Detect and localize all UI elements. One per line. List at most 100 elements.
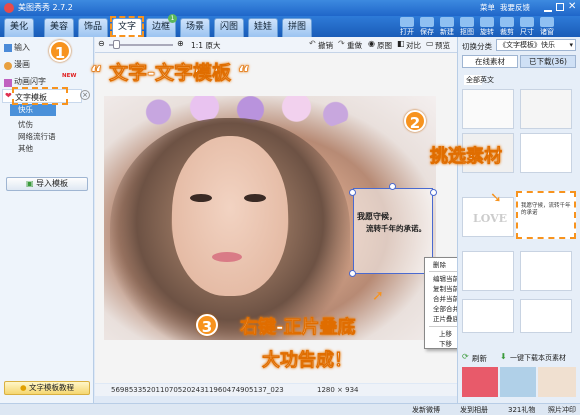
size-button[interactable]: 尺寸 [518,17,536,37]
import-template-label: 导入模板 [36,179,69,188]
ad-thumb-1[interactable] [462,367,498,397]
zoom-in-icon[interactable]: ⊕ [177,39,184,48]
app-title: 美图秀秀 2.7.2 [18,3,73,12]
redo-button[interactable]: 重做 [347,40,362,51]
tab-online-materials[interactable]: 在线素材 [462,55,518,68]
lips [212,252,242,262]
sub-item-happy[interactable]: 快乐 [18,104,33,116]
material-thumb-6[interactable] [520,251,572,291]
tutorial-label: 文字模板教程 [28,383,74,392]
tab-beauty[interactable]: 美容 [44,18,74,37]
filename-label: 56985335201107052024311960474905137_023 [111,386,284,394]
original-icon: ◉ [368,39,375,48]
zoom-out-icon[interactable]: ⊖ [98,39,105,48]
material-thumb-selected[interactable]: 我愿守候，流转千年的承诺 [516,191,576,239]
save-button[interactable]: 保存 [418,17,436,37]
tab-flash[interactable]: 闪图 [214,18,244,37]
sub-item-internet-slang[interactable]: 网络流行语 [18,131,56,143]
category-select[interactable]: 《文字模板》快乐 ▾ [496,39,576,51]
step-3-caption-line-1: 右键-正片叠底 [240,317,356,339]
sub-item-sad[interactable]: 忧伤 [18,119,33,131]
crop-button[interactable]: 裁剪 [498,17,516,37]
ad-thumb-2[interactable] [500,367,536,397]
rotate-handle[interactable] [389,183,396,190]
text-sticker-selection[interactable]: 我愿守候， 流转千年的承诺。 [353,188,433,274]
bulb-icon: ● [20,383,29,392]
print-link[interactable]: 照片冲印 [548,405,576,415]
image-dimensions: 1280 × 934 [317,386,359,394]
status-bar: 56985335201107052024311960474905137_023 … [95,384,457,396]
original-button[interactable]: 原图 [377,40,392,51]
ctx-delete[interactable]: 删除 [433,260,446,270]
download-page-link[interactable]: 一键下载本页素材 [510,353,566,363]
input-text-item[interactable]: 输入 [14,41,30,55]
undo-button[interactable]: 撤销 [318,40,333,51]
tab-beautify[interactable]: 美化 [4,18,34,37]
collapse-icon[interactable]: × [80,90,90,100]
refresh-icon: ⟳ [462,352,469,361]
ctx-merge-all[interactable]: 全部合并 [433,304,459,314]
material-thumb-love[interactable]: LOVE [462,197,514,237]
ad-thumb-3[interactable] [538,367,576,397]
rotate-button[interactable]: 旋转 [478,17,496,37]
gift-link[interactable]: 321礼物 [508,405,535,415]
new-badge: NEW [62,73,77,79]
heart-icon: ❤ [5,91,12,100]
arrow-to-menu-icon: ➚ [372,288,384,304]
arrow-to-thumb-icon: ➘ [490,190,502,206]
material-thumb-4[interactable] [520,133,572,173]
minimize-icon[interactable] [544,4,552,12]
comic-text-item[interactable]: 漫画 [14,58,30,72]
bottom-bar: 发新微博 发到相册 321礼物 照片冲印 [0,403,580,415]
redo-icon: ↷ [338,39,345,48]
import-template-button[interactable]: ▣ 导入模板 [6,177,88,191]
open-button[interactable]: 打开 [398,17,416,37]
left-eye [190,194,212,202]
sticker-line-2: 流转千年的承诺。 [366,224,426,233]
window-button[interactable]: 诸窗 [538,17,556,37]
filter-english[interactable]: 英文 [480,75,494,85]
resize-handle-bl[interactable] [349,270,356,277]
cutout-button[interactable]: 抠图 [458,17,476,37]
sub-item-other[interactable]: 其他 [18,143,33,155]
refresh-button[interactable]: 刷新 [472,353,487,364]
preview-icon: ▭ [426,39,434,48]
resize-handle-tl[interactable] [349,189,356,196]
tab-highlight-box [110,16,144,37]
weibo-link[interactable]: 发新微博 [412,405,440,415]
template-tutorial-button[interactable]: ● 文字模板教程 [4,381,90,395]
ctx-move-up[interactable]: 上移 [439,329,452,339]
material-thumb-1[interactable] [462,89,514,129]
album-link[interactable]: 发到相册 [460,405,488,415]
ctx-move-down[interactable]: 下移 [439,339,452,349]
material-thumb-2[interactable] [520,89,572,129]
compare-button[interactable]: 对比 [406,40,421,51]
input-text-icon [4,44,12,52]
close-icon[interactable]: ✕ [568,1,576,12]
tab-scenes[interactable]: 场景 [180,18,210,37]
chevron-down-icon: ▾ [569,41,573,49]
step-2-caption: 挑选素材 [430,146,503,168]
new-button[interactable]: 新建 [438,17,456,37]
tab-downloaded[interactable]: 已下载(36) [520,55,576,68]
feedback-link[interactable]: 我要反馈 [500,2,530,13]
tab-accessories[interactable]: 饰品 [78,18,108,37]
material-thumb-7[interactable] [462,299,514,333]
zoom-slider-handle[interactable] [113,40,120,49]
love-text: LOVE [473,212,508,225]
resize-handle-tr[interactable] [430,189,437,196]
material-thumb-8[interactable] [520,299,572,333]
material-thumb-5[interactable] [462,251,514,291]
preview-button[interactable]: 预览 [435,40,450,51]
comic-text-icon [4,62,12,70]
zoom-actual-size[interactable]: 1:1 原大 [191,40,220,51]
sticker-line-1: 我愿守候， [357,212,397,221]
maximize-icon[interactable] [556,3,564,11]
tab-collage[interactable]: 拼图 [282,18,312,37]
edit-toolbar: ⊖ ⊕ 1:1 原大 ↶ 撤销 ↷ 重做 ◉ 原图 ◧ 对比 ▭ 预览 [95,37,457,53]
tab-dolls[interactable]: 娃娃 [248,18,278,37]
template-highlight-box [12,87,68,105]
sub-item-happy-row[interactable] [10,104,56,116]
step-2-badge: 2 [404,110,426,132]
menu-link[interactable]: 菜单 [480,2,495,13]
